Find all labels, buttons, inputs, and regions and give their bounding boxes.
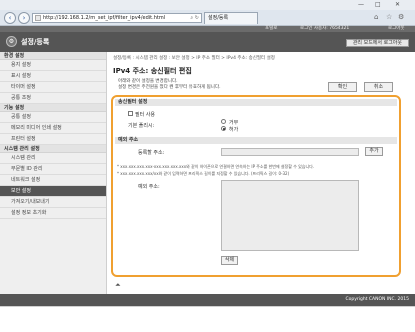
delete-address-button[interactable]: 삭제 — [221, 256, 238, 265]
section-exception-heading: 예외 주소 — [115, 137, 397, 144]
sidebar-heading-function: 기능 설정 — [0, 104, 106, 112]
browser-statusbar — [0, 306, 415, 332]
description-line-2: 설정 변경은 주전원을 껐다 켠 후부터 유효하게 됩니다. — [118, 85, 221, 90]
use-filter-label: 필터 사용 — [135, 112, 155, 118]
refresh-icon[interactable]: ⌕ ↻ — [190, 14, 199, 22]
cancel-button[interactable]: 취소 — [364, 82, 393, 92]
sidebar-item-adjust[interactable]: 공통 조정 — [0, 93, 106, 104]
policy-deny-label: 거부 — [229, 120, 239, 126]
sidebar-item-import-export[interactable]: 가져오기/내보내기 — [0, 197, 106, 208]
register-address-input[interactable] — [221, 148, 359, 156]
policy-deny-radio[interactable] — [221, 119, 226, 124]
settings-logo-icon: ⚙ — [6, 36, 17, 47]
exception-address-label: 예외 주소: — [138, 184, 160, 190]
gear-icon[interactable]: ⚙ — [398, 13, 404, 21]
ok-button[interactable]: 확인 — [328, 82, 357, 92]
back-icon[interactable]: ‹ — [4, 12, 16, 24]
browser-tab-title: 설정/등록 — [208, 15, 229, 21]
sidebar-item-printer[interactable]: 프린터 설정 — [0, 134, 106, 145]
admin-logout-button[interactable]: 관리 모드에서 로그아웃 — [345, 39, 409, 47]
scroll-to-top-icon[interactable]: ⏶ — [115, 281, 121, 290]
star-icon[interactable]: ☆ — [386, 13, 392, 21]
sidebar-item-display[interactable]: 표시 설정 — [0, 71, 106, 82]
address-bar[interactable]: http://192.168.1.2/rn_set_ipf/filter_ipv… — [32, 13, 202, 23]
page-footer: Copyright CANON INC. 2015 — [0, 294, 415, 306]
login-user: 로그인 사용자: 7654321 — [300, 26, 350, 31]
section-send-filter-heading: 송신필터 설정 — [115, 99, 397, 106]
sidebar-item-memory-media[interactable]: 메모리 미디어 인쇄 설정 — [0, 123, 106, 134]
register-address-label: 등록할 주소: — [138, 150, 165, 156]
forward-icon[interactable]: › — [18, 12, 30, 24]
note-range: * xxx.xxx.xxx.xxx-xxx.xxx.xxx.xxx와 같이 하이… — [117, 164, 315, 169]
browser-tab[interactable]: 설정/등록 — [204, 12, 258, 24]
minimize-icon[interactable]: — — [358, 1, 364, 8]
sidebar-item-system-mgmt[interactable]: 시스템 관리 — [0, 153, 106, 164]
browser-titlebar: — □ ✕ — [0, 0, 415, 10]
breadcrumb: 설정/등록 : 시스템 관리 설정 : 보안 설정 > IP 주소 필터 > I… — [113, 56, 275, 61]
maximize-icon[interactable]: □ — [375, 1, 381, 8]
sidebar-item-common[interactable]: 공통 설정 — [0, 112, 106, 123]
sidebar-item-network[interactable]: 네트워크 설정 — [0, 175, 106, 186]
policy-allow-radio[interactable] — [221, 126, 226, 131]
page-icon — [35, 15, 41, 21]
copyright-text: Copyright CANON INC. 2015 — [345, 297, 410, 302]
exception-address-list[interactable] — [221, 180, 359, 251]
app-title: 설정/등록 — [21, 38, 50, 46]
default-policy-label: 기본 폴리시: — [128, 123, 155, 129]
sidebar: 환경 설정 용지 설정 표시 설정 타이머 설정 공통 조정 기능 설정 공통 … — [0, 52, 107, 294]
use-filter-checkbox[interactable] — [128, 111, 133, 116]
sidebar-item-paper[interactable]: 용지 설정 — [0, 60, 106, 71]
browser-toolbar: ‹ › http://192.168.1.2/rn_set_ipf/filter… — [0, 10, 415, 26]
page-title: IPv4 주소: 송신필터 편집 — [113, 67, 192, 75]
home-icon[interactable]: ⌂ — [374, 13, 378, 21]
close-icon[interactable]: ✕ — [395, 1, 400, 8]
page-description: 아래와 같이 설정을 변경합니다. 설정 변경은 주전원을 껐다 켠 후부터 유… — [118, 79, 221, 91]
header-infobar: 포털로 로그인 사용자: 7654321 로그아웃 — [0, 26, 415, 32]
add-address-button[interactable]: 추가 — [365, 147, 383, 156]
sidebar-item-reset[interactable]: 설정 정보 초기화 — [0, 208, 106, 219]
sidebar-heading-environment: 환경 설정 — [0, 52, 106, 60]
logout-link[interactable]: 로그아웃 — [388, 26, 405, 32]
sidebar-item-dept-id[interactable]: 부문별 ID 관리 — [0, 164, 106, 175]
sidebar-item-security[interactable]: 보안 설정 — [0, 186, 106, 197]
portal-link[interactable]: 포털로 — [265, 26, 277, 32]
policy-allow-label: 허가 — [229, 127, 239, 133]
sidebar-heading-system: 시스템 관리 설정 — [0, 145, 106, 153]
address-text: http://192.168.1.2/rn_set_ipf/filter_ipv… — [43, 15, 166, 21]
settings-panel: 송신필터 설정 필터 사용 기본 폴리시: 거부 허가 예외 주소 등록할 주소… — [111, 95, 401, 277]
note-prefix: * xxx.xxx.xxx.xxx/xx와 같이 입력하면 프리픽스 길이를 지… — [117, 171, 290, 176]
main-content: 설정/등록 : 시스템 관리 설정 : 보안 설정 > IP 주소 필터 > I… — [107, 52, 415, 294]
sidebar-item-timer[interactable]: 타이머 설정 — [0, 82, 106, 93]
